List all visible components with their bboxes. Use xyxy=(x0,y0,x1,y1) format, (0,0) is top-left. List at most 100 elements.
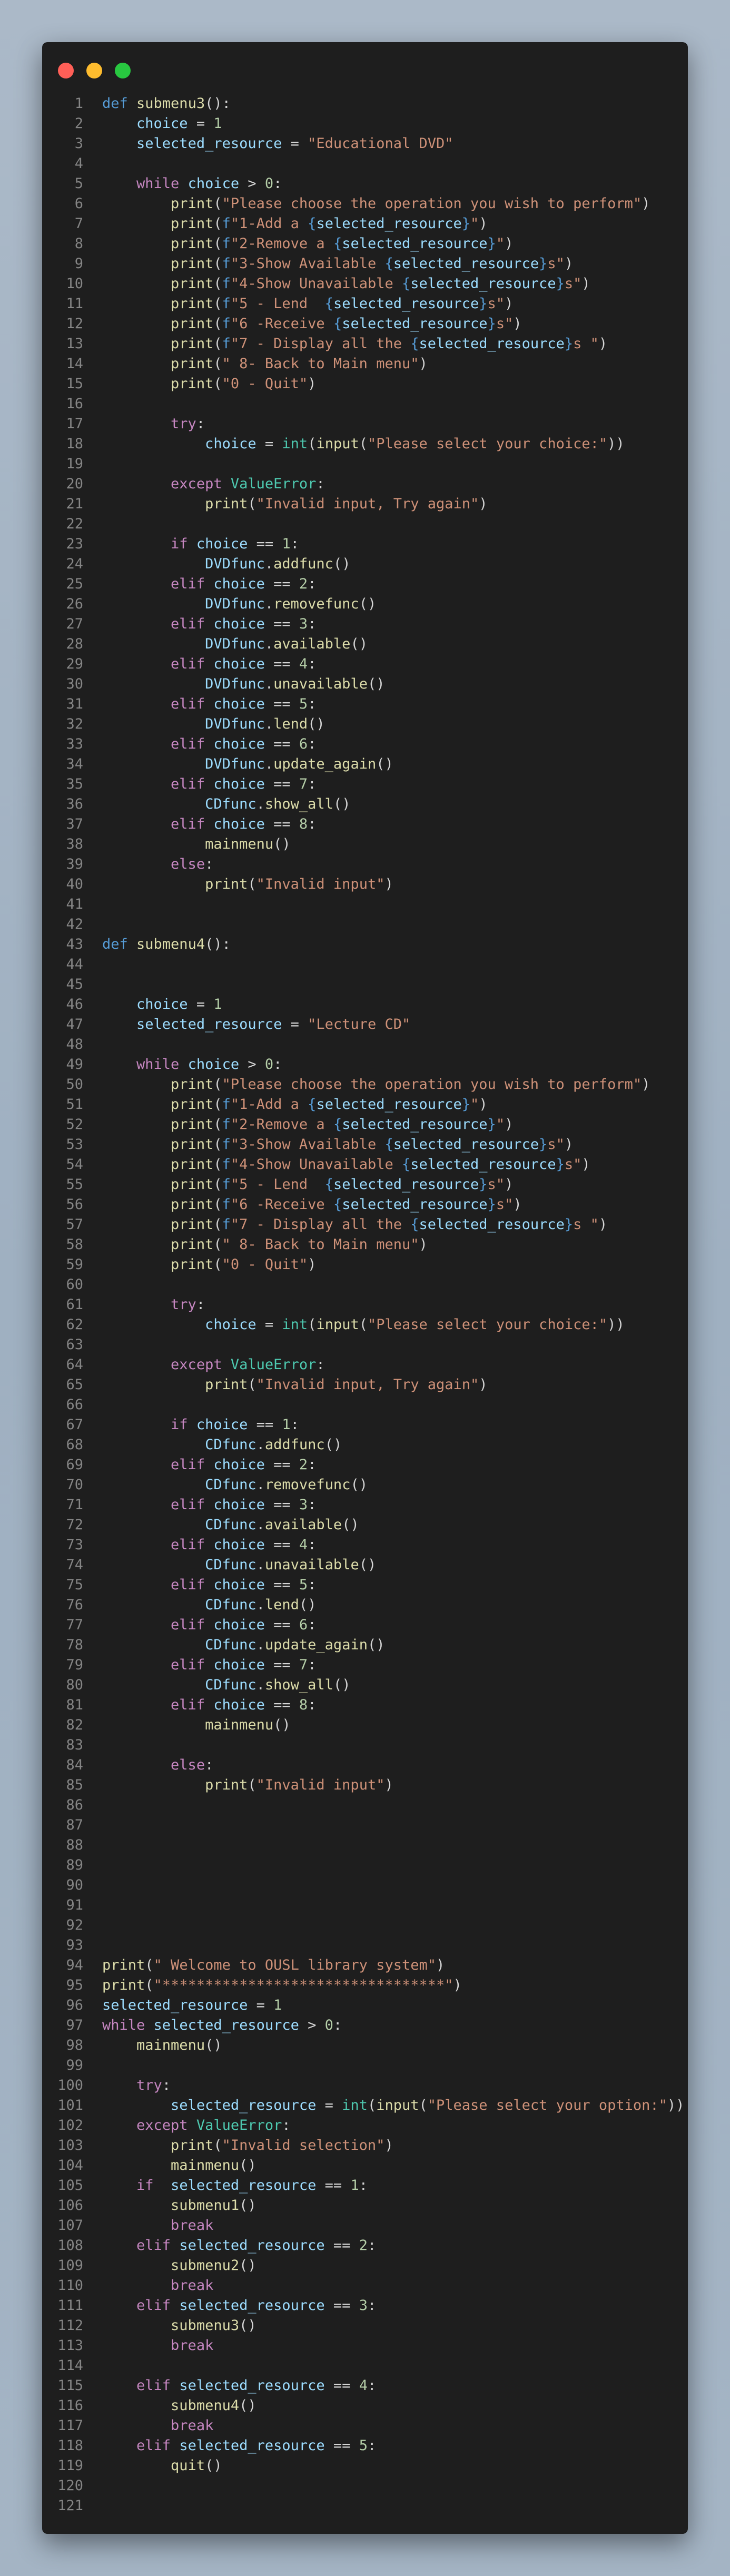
code-text: except ValueError: xyxy=(102,1356,325,1373)
code-line: 56 print(f"6 -Receive {selected_resource… xyxy=(42,1195,688,1215)
line-number: 90 xyxy=(66,1877,83,1893)
code-line: 80 CDfunc.show_all() xyxy=(42,1675,688,1695)
code-token: while xyxy=(136,1056,180,1073)
code-text: else: xyxy=(102,856,213,872)
zoom-button[interactable] xyxy=(115,63,131,78)
line-number: 76 xyxy=(66,1597,83,1613)
code-token: == xyxy=(324,2437,359,2454)
code-token: () xyxy=(308,716,325,732)
line-number: 59 xyxy=(66,1256,83,1273)
line-number: 44 xyxy=(66,956,83,972)
code-text: elif choice == 5: xyxy=(102,1577,316,1593)
code-token: ( xyxy=(308,436,317,452)
code-token: selected_resource xyxy=(171,2177,317,2194)
code-token: selected_resource xyxy=(410,1156,556,1173)
line-number: 37 xyxy=(66,816,83,832)
code-line: 99 xyxy=(42,2056,688,2076)
line-number: 38 xyxy=(66,836,83,852)
code-line: 30 DVDfunc.unavailable() xyxy=(42,674,688,694)
code-editor[interactable]: 1 def submenu3(): 2 choice = 13 selected_r… xyxy=(42,94,688,2516)
code-text: print(f"7 - Display all the {selected_re… xyxy=(102,1216,607,1233)
line-number: 29 xyxy=(66,656,83,672)
code-token: ) xyxy=(479,215,488,232)
code-token: )) xyxy=(607,436,625,452)
code-token: choice xyxy=(136,996,188,1012)
code-token: ) xyxy=(564,255,574,272)
code-token: () xyxy=(239,2317,257,2334)
code-line: 68 CDfunc.addfunc() xyxy=(42,1435,688,1455)
code-token: 1 xyxy=(282,1417,291,1433)
code-line: 93 xyxy=(42,1935,688,1955)
code-token: choice xyxy=(213,1537,265,1553)
line-number: 49 xyxy=(66,1056,83,1073)
code-token: elif xyxy=(171,576,205,592)
code-token: choice xyxy=(205,436,257,452)
code-token: print xyxy=(205,876,248,892)
code-line: 6 print("Please choose the operation you… xyxy=(42,194,688,214)
code-token: elif xyxy=(136,2377,171,2394)
close-button[interactable] xyxy=(58,63,74,78)
code-line: 33 elif choice == 6: xyxy=(42,734,688,754)
code-token: f xyxy=(222,215,231,232)
code-token: def xyxy=(102,936,137,952)
code-token: s" xyxy=(564,1156,582,1173)
code-token: () xyxy=(239,2257,257,2274)
code-token: selected_resource xyxy=(316,1096,462,1113)
code-text: except ValueError: xyxy=(102,2117,291,2133)
code-token: CDfunc xyxy=(205,1437,257,1453)
code-text: break xyxy=(102,2417,213,2434)
code-token: 2 xyxy=(359,2237,368,2254)
line-number: 9 xyxy=(74,255,83,272)
code-token: 6 xyxy=(299,736,308,752)
code-token: elif xyxy=(171,656,205,672)
code-token: } xyxy=(479,296,488,312)
code-line: 49 while choice > 0: xyxy=(42,1055,688,1075)
code-token: () xyxy=(350,636,368,652)
minimize-button[interactable] xyxy=(86,63,102,78)
code-token: : xyxy=(196,416,205,432)
code-text: CDfunc.update_again() xyxy=(102,1637,384,1653)
code-token: 7 xyxy=(299,1657,308,1673)
line-number: 74 xyxy=(66,1557,83,1573)
code-token: ) xyxy=(308,1256,317,1273)
code-text: mainmenu() xyxy=(102,836,291,852)
code-line: 32 DVDfunc.lend() xyxy=(42,714,688,734)
code-text: print("Invalid selection") xyxy=(102,2137,393,2154)
code-token: removefunc xyxy=(264,1477,351,1493)
code-token: " xyxy=(470,215,479,232)
line-number: 85 xyxy=(66,1777,83,1793)
code-token: choice xyxy=(213,1457,265,1473)
code-token: elif xyxy=(136,2297,171,2314)
code-token: : xyxy=(196,1296,205,1313)
code-token: CDfunc xyxy=(205,1597,257,1613)
code-line: 42 xyxy=(42,915,688,935)
code-token: { xyxy=(401,276,411,292)
code-token: ValueError xyxy=(196,2117,282,2133)
code-line: 27 elif choice == 3: xyxy=(42,614,688,634)
code-token: : xyxy=(282,2117,291,2133)
code-token: } xyxy=(487,1116,496,1133)
code-token: ) xyxy=(479,496,488,512)
code-token: () xyxy=(350,1477,368,1493)
code-token: : xyxy=(308,816,317,832)
code-token: " xyxy=(496,235,505,252)
code-line: 46 choice = 1 xyxy=(42,995,688,1015)
code-token: () xyxy=(333,1677,351,1693)
code-token: 1 xyxy=(350,2177,359,2194)
line-number: 82 xyxy=(66,1717,83,1733)
code-token: : xyxy=(308,1497,317,1513)
code-line: 70 CDfunc.removefunc() xyxy=(42,1475,688,1495)
code-token: print xyxy=(171,1156,214,1173)
code-token: . xyxy=(256,1597,265,1613)
